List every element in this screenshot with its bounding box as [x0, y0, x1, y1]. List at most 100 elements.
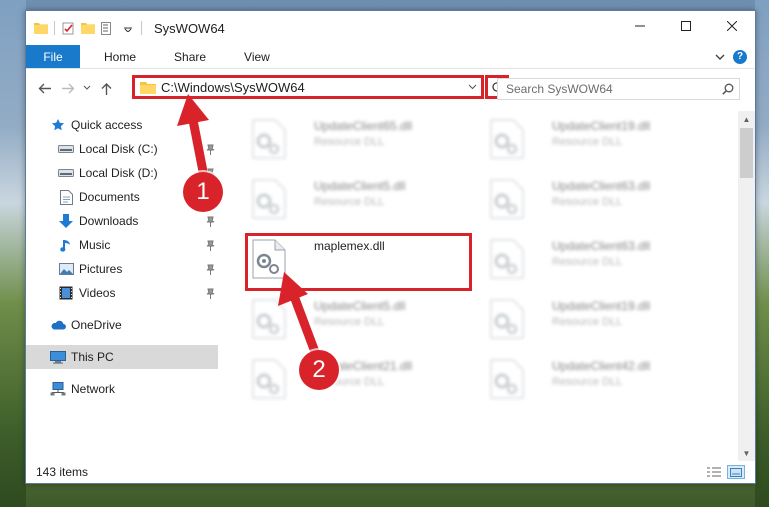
file-description: Resource DLL: [552, 376, 623, 388]
nav-item-label: Downloads: [79, 214, 139, 228]
nav-network[interactable]: Network: [26, 377, 218, 401]
new-folder-icon[interactable]: [81, 21, 95, 35]
file-name: UpdateClient42.dll: [552, 359, 651, 373]
file-item[interactable]: UpdateClient5.dll Resource DLL: [244, 173, 472, 231]
drive-icon: [58, 141, 74, 157]
file-description: Resource DLL: [552, 316, 623, 328]
file-description: Resource DLL: [314, 136, 385, 148]
file-description: Resource DLL: [552, 256, 623, 268]
music-icon: [58, 237, 74, 253]
toolbar-separator: [54, 21, 55, 35]
nav-pictures[interactable]: Pictures: [26, 257, 218, 281]
dll-file-icon: [252, 179, 286, 219]
documents-icon: [58, 189, 74, 205]
dll-file-icon: [490, 239, 524, 279]
checklist-icon[interactable]: [101, 21, 115, 35]
nav-item-label: Documents: [79, 190, 140, 204]
tab-view[interactable]: View: [225, 45, 289, 68]
file-name: UpdateClient5.dll: [314, 179, 406, 193]
computer-icon: [50, 349, 66, 365]
nav-onedrive[interactable]: OneDrive: [26, 313, 218, 337]
vertical-scrollbar[interactable]: ▲ ▼: [738, 111, 755, 461]
desktop-background-left: [0, 0, 26, 507]
pin-icon[interactable]: [205, 263, 215, 275]
address-dropdown-icon[interactable]: [463, 84, 481, 90]
nav-downloads[interactable]: Downloads: [26, 209, 218, 233]
tab-home[interactable]: Home: [80, 45, 155, 68]
dll-file-icon: [252, 119, 286, 159]
minimize-button[interactable]: [617, 11, 663, 41]
customize-toolbar-chevron-icon[interactable]: [121, 21, 135, 35]
close-button[interactable]: [709, 11, 755, 41]
window-title: SysWOW64: [154, 20, 225, 36]
file-description: Resource DLL: [552, 136, 623, 148]
file-item[interactable]: UpdateClient19.dll Resource DLL: [482, 293, 710, 351]
nav-item-label: Local Disk (D:): [79, 166, 158, 180]
dll-file-icon: [490, 119, 524, 159]
step-badge-2: 2: [299, 350, 339, 390]
quick-access-toolbar: [26, 21, 142, 35]
folder-icon: [140, 81, 156, 94]
pictures-icon: [58, 261, 74, 277]
pin-icon[interactable]: [205, 215, 215, 227]
nav-item-label: Music: [79, 238, 111, 252]
folder-icon: [34, 21, 48, 35]
file-name: UpdateClient63.dll: [552, 179, 651, 193]
search-icon[interactable]: [717, 83, 739, 95]
nav-item-label: Quick access: [71, 118, 143, 132]
dll-file-icon: [490, 359, 524, 399]
nav-item-label: Local Disk (C:): [79, 142, 158, 156]
forward-button[interactable]: [56, 76, 80, 100]
file-name: UpdateClient19.dll: [552, 299, 651, 313]
pin-icon[interactable]: [205, 239, 215, 251]
scroll-up-icon[interactable]: ▲: [738, 111, 755, 127]
ribbon-tabs: File Home Share View ?: [26, 45, 755, 69]
nav-videos[interactable]: Videos: [26, 281, 218, 305]
scroll-thumb[interactable]: [740, 128, 753, 178]
nav-this-pc[interactable]: This PC: [26, 345, 218, 369]
maximize-button[interactable]: [663, 11, 709, 41]
back-button[interactable]: [32, 76, 56, 100]
network-icon: [50, 381, 66, 397]
view-buttons: [705, 465, 745, 479]
help-icon[interactable]: ?: [733, 49, 747, 64]
tab-share[interactable]: Share: [155, 45, 225, 68]
status-bar: 143 items: [26, 461, 755, 483]
item-count: 143 items: [36, 465, 89, 479]
tab-file[interactable]: File: [26, 45, 80, 68]
large-icons-view-icon[interactable]: [727, 465, 745, 479]
cloud-icon: [50, 317, 66, 333]
file-name: UpdateClient65.dll: [314, 119, 413, 133]
pin-icon[interactable]: [205, 287, 215, 299]
search-input[interactable]: [498, 82, 717, 96]
address-row: C:\Windows\SysWOW64: [26, 71, 755, 105]
star-icon: [50, 117, 66, 133]
file-item[interactable]: UpdateClient19.dll Resource DLL: [482, 113, 710, 171]
nav-item-label: This PC: [71, 350, 114, 364]
file-item[interactable]: UpdateClient65.dll Resource DLL: [244, 113, 472, 171]
search-box[interactable]: [497, 78, 740, 100]
window-controls: [617, 11, 755, 41]
scroll-down-icon[interactable]: ▼: [738, 445, 755, 461]
dll-file-icon: [490, 299, 524, 339]
file-name: UpdateClient63.dll: [552, 239, 651, 253]
file-item[interactable]: UpdateClient42.dll Resource DLL: [482, 353, 710, 411]
step-badge-1: 1: [183, 172, 223, 212]
file-explorer-window: SysWOW64 File Home Share View ? C:\Windo…: [25, 10, 756, 484]
details-view-icon[interactable]: [705, 465, 723, 479]
videos-icon: [58, 285, 74, 301]
file-item[interactable]: UpdateClient63.dll Resource DLL: [482, 173, 710, 231]
nav-music[interactable]: Music: [26, 233, 218, 257]
properties-icon[interactable]: [61, 21, 75, 35]
up-button[interactable]: [94, 76, 118, 100]
title-bar: SysWOW64: [26, 11, 755, 45]
ribbon-right: ?: [715, 45, 755, 68]
file-name: UpdateClient19.dll: [552, 119, 651, 133]
file-item[interactable]: UpdateClient63.dll Resource DLL: [482, 233, 710, 291]
toolbar-separator: [141, 21, 142, 35]
recent-locations-button[interactable]: [80, 76, 94, 100]
file-description: Resource DLL: [552, 196, 623, 208]
drive-icon: [58, 165, 74, 181]
nav-item-label: Pictures: [79, 262, 123, 276]
expand-ribbon-icon[interactable]: [715, 50, 725, 64]
